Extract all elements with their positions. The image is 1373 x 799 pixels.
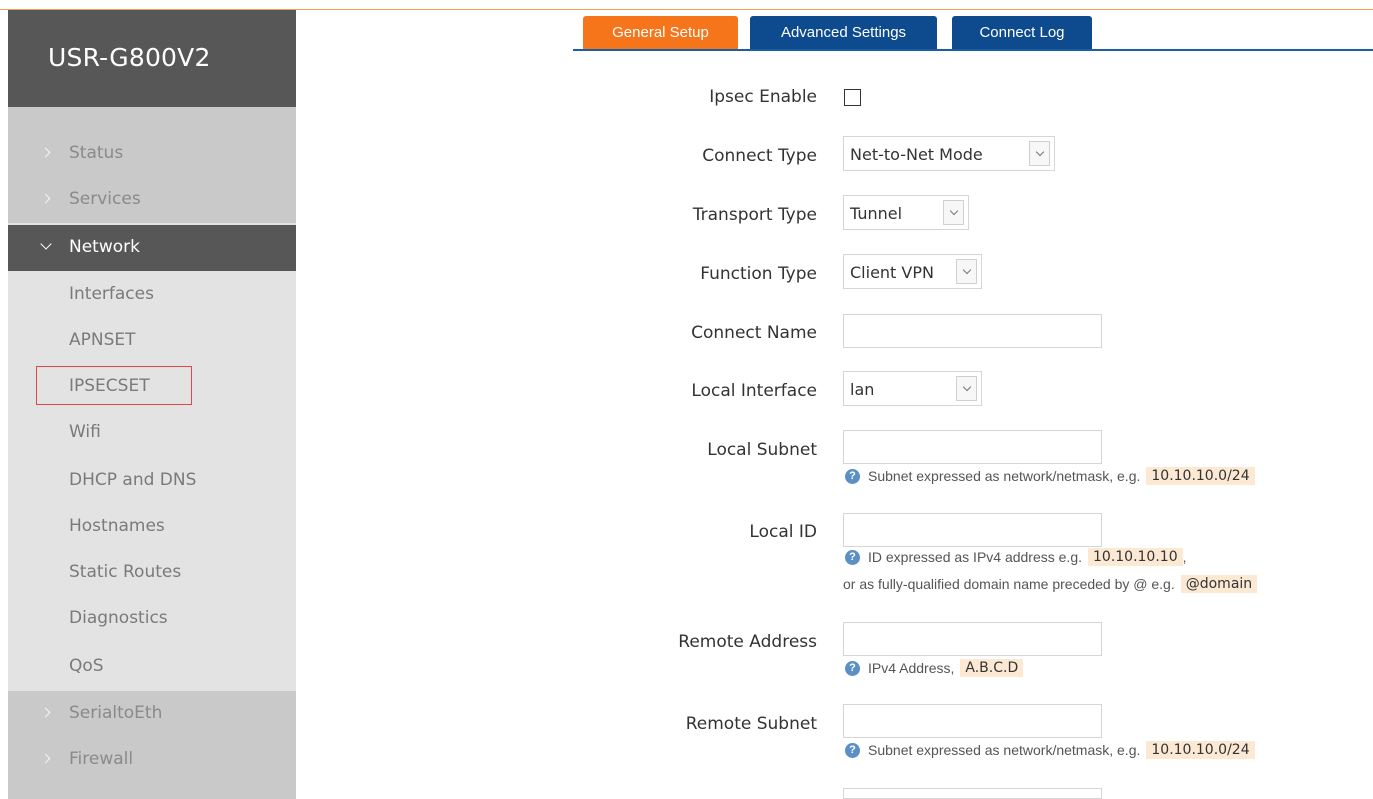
hint-example: 10.10.10.0/24 <box>1146 741 1255 759</box>
local-id-hint-line1: ? ID expressed as IPv4 address e.g. 10.1… <box>845 548 1187 566</box>
help-icon: ? <box>845 468 860 484</box>
remote-subnet-input[interactable] <box>843 704 1102 738</box>
remote-subnet-hint: ? Subnet expressed as network/netmask, e… <box>845 741 1255 759</box>
remote-address-hint: ? IPv4 Address, A.B.C.D <box>845 659 1024 677</box>
hint-text: Subnet expressed as network/netmask, e.g… <box>868 468 1141 484</box>
remote-subnet-label: Remote Subnet <box>685 714 817 734</box>
chevron-down-icon <box>956 259 977 284</box>
sidebar-item-label: SerialtoEth <box>69 703 163 723</box>
sidebar-subitem-wifi[interactable]: Wifi <box>8 410 296 456</box>
sidebar-subitem-static-routes[interactable]: Static Routes <box>8 550 296 596</box>
help-icon: ? <box>845 742 860 758</box>
tab-underline <box>573 49 1373 51</box>
sidebar-item-more[interactable] <box>8 783 296 799</box>
help-icon: ? <box>845 549 860 565</box>
hint-separator: , <box>1182 549 1187 565</box>
transport-type-select[interactable]: Tunnel <box>843 195 969 230</box>
sidebar-subitem-label: APNSET <box>69 330 136 350</box>
chevron-down-icon <box>943 200 964 225</box>
chevron-right-icon <box>40 704 51 720</box>
local-interface-label: Local Interface <box>691 381 817 401</box>
select-value: Net-to-Net Mode <box>850 145 983 164</box>
sidebar: USR-G800V2 Status Services Network Inter… <box>8 10 296 799</box>
sidebar-item-label: Services <box>69 189 141 209</box>
ipsec-enable-label: Ipsec Enable <box>709 87 817 107</box>
sidebar-subitem-label: DHCP and DNS <box>69 470 197 490</box>
select-value: Client VPN <box>850 263 934 282</box>
sidebar-subitem-label: QoS <box>69 656 104 676</box>
remote-address-label: Remote Address <box>678 632 817 652</box>
sidebar-item-firewall[interactable]: Firewall <box>8 737 296 783</box>
sidebar-item-status[interactable]: Status <box>8 131 296 177</box>
sidebar-item-serialtoeth[interactable]: SerialtoEth <box>8 691 296 737</box>
local-subnet-hint: ? Subnet expressed as network/netmask, e… <box>845 467 1255 485</box>
tab-advanced-settings[interactable]: Advanced Settings <box>750 16 937 49</box>
sidebar-subitem-hostnames[interactable]: Hostnames <box>8 504 296 550</box>
ipsec-enable-checkbox[interactable] <box>844 89 861 106</box>
sidebar-subitem-label: Interfaces <box>69 284 154 304</box>
hint-example: A.B.C.D <box>960 659 1024 677</box>
sidebar-subitem-apnset[interactable]: APNSET <box>8 318 296 364</box>
hint-example: 10.10.10.10 <box>1088 548 1183 566</box>
chevron-down-icon <box>40 236 52 252</box>
sidebar-item-label: Status <box>69 143 124 163</box>
tab-connect-log[interactable]: Connect Log <box>952 16 1092 49</box>
chevron-right-icon <box>40 190 51 206</box>
hint-example: @domain <box>1180 575 1258 593</box>
select-value: lan <box>850 380 875 399</box>
help-icon: ? <box>845 660 860 676</box>
sidebar-subitem-label: Static Routes <box>69 562 182 582</box>
local-id-hint-line2: or as fully-qualified domain name preced… <box>843 575 1258 593</box>
select-value: Tunnel <box>850 204 903 223</box>
sidebar-subitem-dhcp-dns[interactable]: DHCP and DNS <box>8 458 296 504</box>
tab-bar: General Setup Advanced Settings Connect … <box>573 16 1373 52</box>
next-row-input[interactable] <box>843 788 1102 799</box>
selection-highlight <box>36 366 192 405</box>
brand-title: USR-G800V2 <box>48 43 211 72</box>
hint-example: 10.10.10.0/24 <box>1146 467 1255 485</box>
hint-text: IPv4 Address, <box>868 660 955 676</box>
sidebar-item-label: Firewall <box>69 749 134 769</box>
sidebar-subitem-label: Diagnostics <box>69 608 168 628</box>
sidebar-subitem-interfaces[interactable]: Interfaces <box>8 272 296 318</box>
chevron-down-icon <box>956 376 977 401</box>
hint-text: ID expressed as IPv4 address e.g. <box>868 549 1082 565</box>
sidebar-subitem-label: Wifi <box>69 422 101 442</box>
sidebar-item-services[interactable]: Services <box>8 177 296 223</box>
sidebar-subitem-label: Hostnames <box>69 516 165 536</box>
connect-name-input[interactable] <box>843 314 1102 348</box>
local-interface-select[interactable]: lan <box>843 371 982 406</box>
sidebar-subitem-diagnostics[interactable]: Diagnostics <box>8 596 296 642</box>
brand-header: USR-G800V2 <box>8 10 296 107</box>
connect-type-select[interactable]: Net-to-Net Mode <box>843 136 1055 171</box>
hint-text: Subnet expressed as network/netmask, e.g… <box>868 742 1141 758</box>
function-type-select[interactable]: Client VPN <box>843 254 982 289</box>
connect-type-label: Connect Type <box>702 146 817 166</box>
sidebar-spacer <box>8 107 296 131</box>
chevron-down-icon <box>1029 141 1050 166</box>
function-type-label: Function Type <box>700 264 817 284</box>
local-id-label: Local ID <box>749 522 817 542</box>
sidebar-item-network[interactable]: Network <box>8 225 296 271</box>
remote-address-input[interactable] <box>843 622 1102 656</box>
transport-type-label: Transport Type <box>692 205 817 225</box>
sidebar-subitem-qos[interactable]: QoS <box>8 644 296 690</box>
tab-general-setup[interactable]: General Setup <box>583 16 738 49</box>
sidebar-item-label: Network <box>69 237 140 257</box>
hint-text: or as fully-qualified domain name preced… <box>843 576 1175 592</box>
chevron-right-icon <box>40 750 51 766</box>
chevron-right-icon <box>40 144 51 160</box>
local-id-input[interactable] <box>843 513 1102 547</box>
local-subnet-input[interactable] <box>843 430 1102 464</box>
connect-name-label: Connect Name <box>691 323 817 343</box>
local-subnet-label: Local Subnet <box>707 440 817 460</box>
